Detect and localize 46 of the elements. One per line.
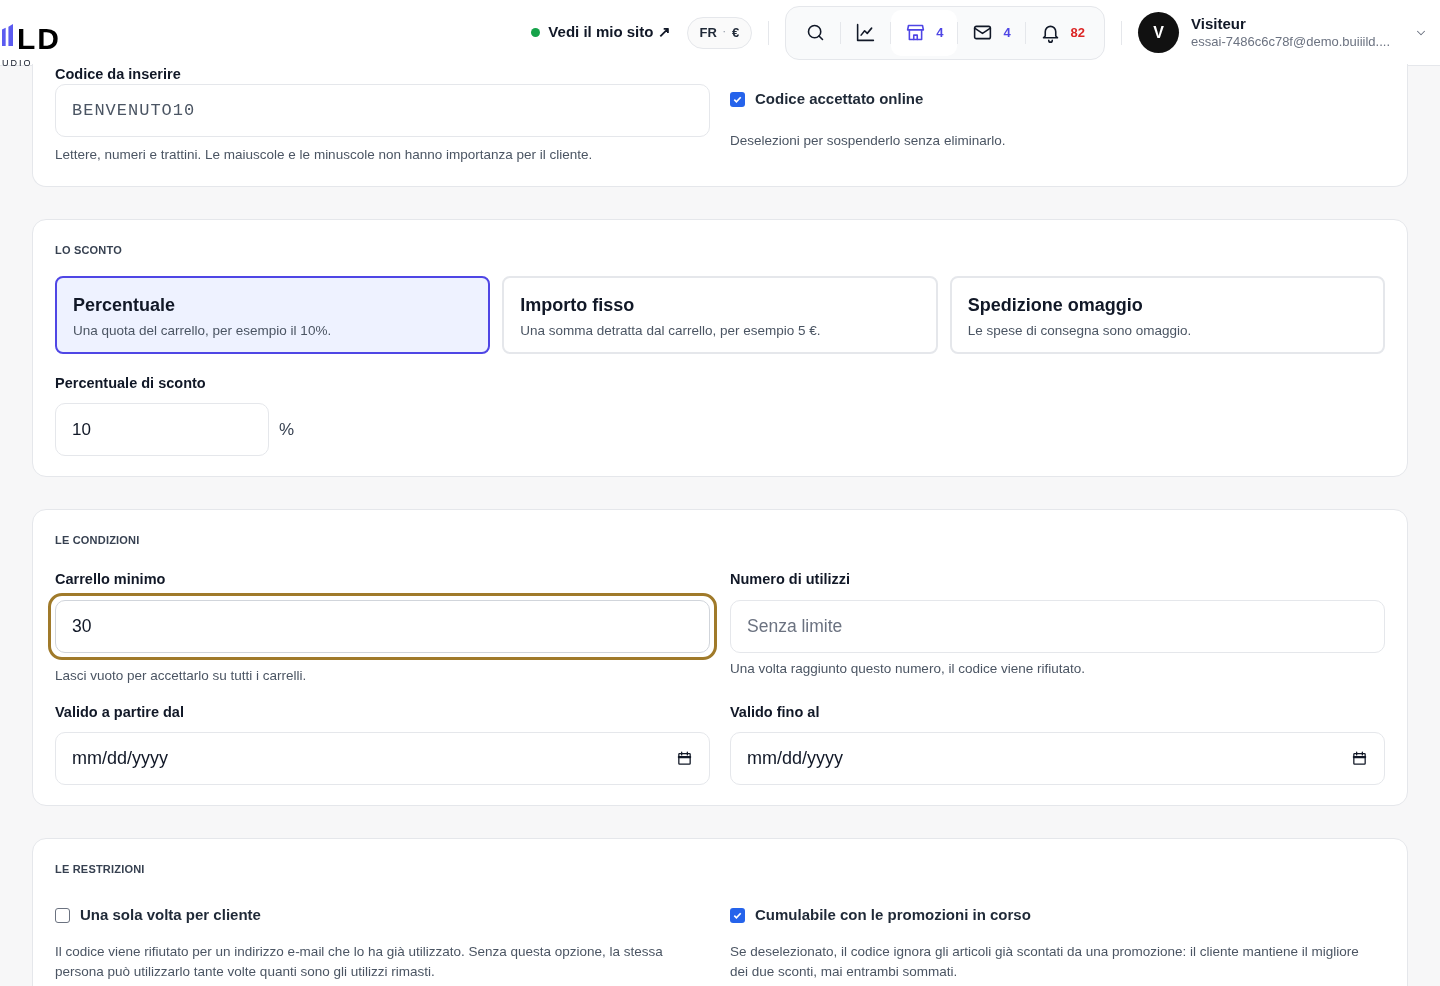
calendar-icon <box>1351 750 1368 768</box>
calendar-icon <box>676 750 693 768</box>
checkbox-label: Codice accettato online <box>755 89 924 109</box>
locale-button[interactable]: FR · € <box>686 16 753 49</box>
hint-text: Deselezioni per sospenderlo senza eliminarlo. <box>730 131 1007 150</box>
user-name: Visiteur <box>1191 14 1247 33</box>
avatar: V <box>1138 12 1180 53</box>
checkbox[interactable] <box>55 907 70 923</box>
storefront-icon <box>905 22 927 43</box>
logo-bars-icon <box>2 23 13 46</box>
section-title: LE RESTRIZIONI <box>55 862 146 878</box>
hint-text: Se deselezionato, il codice ignora gli articoli già scontati da una promozione: il cliente mantiene il migliore dei due sconti, mai entrambi sommati. <box>730 943 1360 982</box>
chart-icon <box>855 22 877 43</box>
field-label: Valido fino al <box>730 702 821 722</box>
field-label: Carrello minimo <box>55 569 167 589</box>
toolbar-button[interactable]: 82 <box>1025 9 1100 56</box>
toolbar-button[interactable]: 4 <box>958 9 1025 56</box>
percentage-input[interactable]: 10 <box>55 403 269 457</box>
discount-option[interactable]: Importo fisso Una somma detratta dal carrello, per esempio 5 €. <box>502 275 938 354</box>
field-label: Percentuale di sconto <box>55 373 207 393</box>
hint-text: Lettere, numeri e trattini. Le maiuscole e le minuscole non hanno importanza per il cliente. <box>55 146 594 164</box>
checkbox-label: Una sola volta per cliente <box>80 904 261 925</box>
field-label: Numero di utilizzi <box>730 569 852 589</box>
field-label: Codice da inserire <box>55 66 182 82</box>
section-title: LO SCONTO <box>55 243 123 258</box>
hint-text: Il codice viene rifiutato per un indirizzo e-mail che lo ha già utilizzato. Senza questa opzione, la stessa persona può utilizzarlo tante volte quanti sono gli utilizzi rimasti. <box>55 943 664 982</box>
checkbox-label: Cumulabile con le promozioni in corso <box>755 904 1031 925</box>
user-email: essai-7486c6c78f@demo.buiiild.... <box>1191 32 1390 51</box>
unit-label: % <box>279 419 295 441</box>
hint-text: Lasci vuoto per accettarlo su tutti i carrelli. <box>55 666 308 685</box>
code-input[interactable]: BENVENUTO10 <box>55 84 710 137</box>
date-field[interactable]: mm/dd/yyyy <box>55 732 710 786</box>
text-input[interactable]: Senza limite <box>730 599 1385 653</box>
toolbar-button[interactable]: 4 <box>891 9 958 56</box>
logo-subtext: UDIO <box>2 57 33 68</box>
hint-text: Una volta raggiunto questo numero, il codice viene rifiutato. <box>730 659 1086 678</box>
date-field[interactable]: mm/dd/yyyy <box>730 732 1385 786</box>
discount-option[interactable]: Percentuale Una quota del carrello, per esempio il 10%. <box>55 275 491 354</box>
checkbox[interactable] <box>730 91 745 107</box>
checkbox[interactable] <box>730 907 745 923</box>
discount-option[interactable]: Spedizione omaggio Le spese di consegna sono omaggio. <box>949 275 1385 354</box>
text-input[interactable]: 30 <box>48 592 717 660</box>
site-link[interactable]: Vedi il mio sito ↗ <box>531 21 671 44</box>
field-label: Valido a partire dal <box>55 702 185 722</box>
section-title: LE CONDIZIONI <box>55 533 141 549</box>
logo-text: LD <box>17 23 61 54</box>
